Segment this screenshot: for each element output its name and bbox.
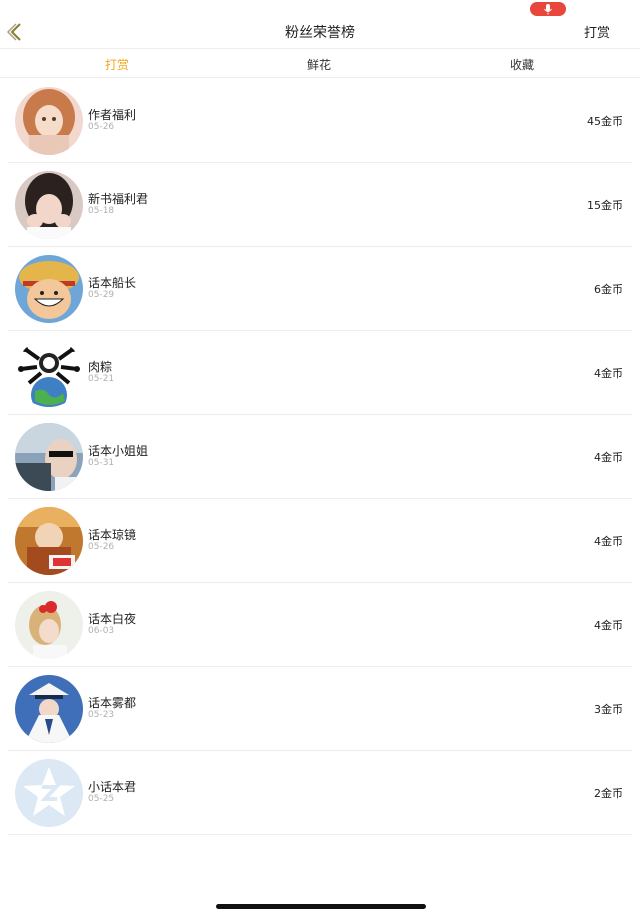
avatar	[15, 171, 83, 239]
reward-button[interactable]: 打赏	[584, 22, 610, 41]
fan-ranking-list: 作者福利 05-26 45金币 新书福利君 05-18 15金币 话本船长 05…	[0, 79, 640, 835]
list-item[interactable]: 新书福利君 05-18 15金币	[8, 163, 632, 247]
avatar	[15, 675, 83, 743]
fan-date: 05-23	[88, 710, 115, 720]
fan-name: 新书福利君	[88, 192, 149, 206]
coin-amount: 4金币	[594, 535, 623, 548]
tab-bar: 打赏 鲜花 收藏	[0, 48, 640, 78]
list-item[interactable]: 小话本君 05-25 2金币	[8, 751, 632, 835]
coin-amount: 2金币	[594, 787, 623, 800]
avatar	[15, 591, 83, 659]
list-item[interactable]: 话本雾都 05-23 3金币	[8, 667, 632, 751]
coin-amount: 4金币	[594, 451, 623, 464]
fan-date: 06-03	[88, 626, 115, 636]
fan-date: 05-21	[88, 374, 115, 384]
fan-name: 作者福利	[88, 108, 137, 122]
list-item[interactable]: 话本船长 05-29 6金币	[8, 247, 632, 331]
coin-amount: 4金币	[594, 619, 623, 632]
avatar	[15, 339, 83, 407]
coin-amount: 4金币	[594, 367, 623, 380]
avatar	[15, 507, 83, 575]
coin-amount: 3金币	[594, 703, 623, 716]
list-item[interactable]: 话本白夜 06-03 4金币	[8, 583, 632, 667]
list-item[interactable]: 话本琼镜 05-26 4金币	[8, 499, 632, 583]
fan-name: 小话本君	[88, 780, 137, 794]
tab-favorites[interactable]: 收藏	[510, 56, 534, 73]
avatar	[15, 87, 83, 155]
fan-name: 话本白夜	[88, 612, 137, 626]
navigation-bar: 粉丝荣誉榜 打赏	[0, 0, 640, 48]
avatar	[15, 255, 83, 323]
fan-date: 05-26	[88, 122, 115, 132]
page-title: 粉丝荣誉榜	[285, 25, 355, 41]
fan-date: 05-26	[88, 542, 115, 552]
list-item[interactable]: 话本小姐姐 05-31 4金币	[8, 415, 632, 499]
coin-amount: 6金币	[594, 283, 623, 296]
fan-date: 05-18	[88, 206, 115, 216]
avatar	[15, 423, 83, 491]
fan-date: 05-29	[88, 290, 115, 300]
tab-flowers[interactable]: 鲜花	[307, 56, 331, 73]
coin-amount: 45金币	[587, 115, 623, 128]
coin-amount: 15金币	[587, 199, 623, 212]
fan-name: 话本琼镜	[88, 528, 137, 542]
fan-name: 话本船长	[88, 276, 137, 290]
fan-name: 话本雾都	[88, 696, 137, 710]
home-indicator[interactable]	[216, 904, 426, 909]
fan-date: 05-31	[88, 458, 115, 468]
fan-name: 话本小姐姐	[88, 444, 149, 458]
fan-date: 05-25	[88, 794, 115, 804]
list-item[interactable]: 肉粽 05-21 4金币	[8, 331, 632, 415]
list-item[interactable]: 作者福利 05-26 45金币	[8, 79, 632, 163]
fan-name: 肉粽	[88, 360, 113, 374]
default-avatar-icon	[15, 759, 83, 827]
tab-reward[interactable]: 打赏	[105, 56, 129, 73]
